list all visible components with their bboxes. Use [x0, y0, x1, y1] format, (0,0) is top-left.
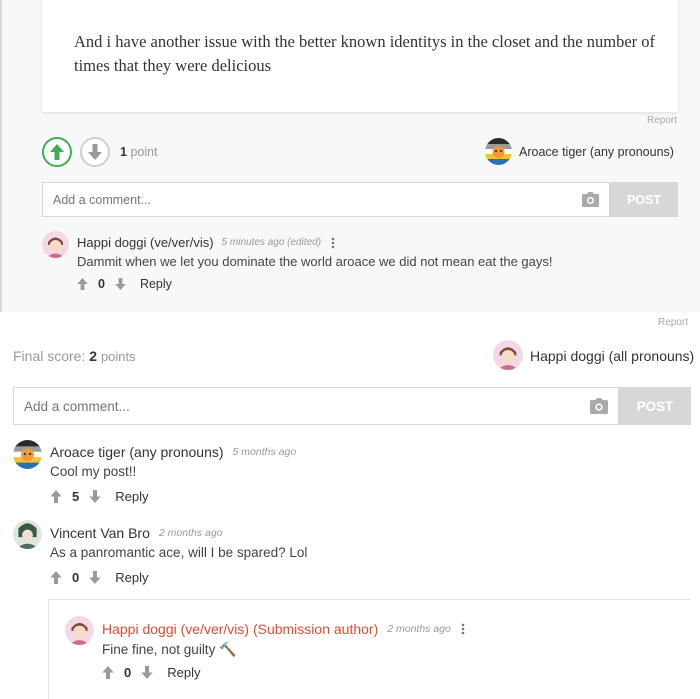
reply-card: Happi doggi (ve/ver/vis) (Submission aut… [48, 599, 691, 699]
upvote-arrow-icon[interactable] [50, 490, 62, 503]
camera-icon[interactable] [582, 192, 599, 207]
comment-text: As a panromantic ace, will I be spared? … [50, 545, 308, 560]
upvote-arrow-icon[interactable] [77, 278, 88, 290]
comment-header: Happi doggi (ve/ver/vis) 5 minutes ago (… [77, 235, 335, 250]
reply-link[interactable]: Reply [115, 570, 148, 585]
avatar [13, 520, 42, 549]
comment-actions: 0 Reply [50, 570, 148, 585]
comment-actions: 5 Reply [50, 489, 148, 504]
avatar [65, 616, 94, 645]
avatar [13, 440, 42, 469]
report-link[interactable]: Report [658, 317, 688, 328]
reply-link[interactable]: Reply [140, 277, 172, 291]
vote-count: 0 [98, 277, 105, 291]
more-vertical-icon[interactable] [331, 237, 335, 249]
comment-box [42, 182, 610, 217]
quote-text: And i have another issue with the better… [74, 32, 656, 75]
comment-author[interactable]: Happi doggi (ve/ver/vis) [77, 235, 214, 250]
camera-icon[interactable] [590, 398, 608, 414]
upvote-arrow-icon[interactable] [102, 666, 114, 679]
points-value: 1 [120, 145, 127, 159]
comment-time: 5 minutes ago (edited) [221, 237, 322, 248]
upvote-button[interactable] [42, 137, 72, 167]
comment-time: 2 months ago [158, 527, 223, 539]
doggi-avatar-icon [493, 340, 523, 370]
comment-actions: 0 Reply [77, 277, 172, 291]
upvote-arrow-icon [50, 144, 64, 160]
downvote-arrow-icon[interactable] [89, 490, 101, 503]
reply-header: Happi doggi (ve/ver/vis) (Submission aut… [102, 621, 465, 637]
points-unit: point [130, 145, 158, 159]
downvote-button[interactable] [80, 137, 110, 167]
reply-link[interactable]: Reply [115, 489, 148, 504]
post-button[interactable]: POST [619, 387, 691, 425]
downvote-arrow-icon[interactable] [141, 666, 153, 679]
post-button[interactable]: POST [610, 182, 678, 217]
comment-header: Aroace tiger (any pronouns) 5 months ago [50, 444, 296, 460]
comment-box [13, 387, 619, 425]
comment-time: 5 months ago [232, 446, 297, 458]
downvote-arrow-icon[interactable] [115, 278, 126, 290]
comment-text: Cool my post!! [50, 464, 137, 479]
final-score-label: Final score: [13, 348, 86, 364]
hammer-icon: 🔨 [219, 641, 237, 657]
reply-time: 2 months ago [387, 623, 451, 635]
reply-text: Fine fine, not guilty [102, 642, 216, 657]
comment-author[interactable]: Vincent Van Bro [50, 525, 150, 541]
reply-author[interactable]: Happi doggi (ve/ver/vis) (Submission aut… [102, 621, 378, 637]
final-score-value: 2 [89, 348, 98, 364]
vincent-avatar-icon [13, 520, 42, 549]
downvote-arrow-icon[interactable] [89, 571, 101, 584]
reply-actions: 0 Reply [102, 665, 200, 680]
comment-text: Dammit when we let you dominate the worl… [77, 254, 553, 269]
upvote-arrow-icon[interactable] [50, 571, 62, 584]
vote-count: 5 [72, 489, 80, 504]
vote-count: 0 [72, 570, 80, 585]
quote-card: And i have another issue with the better… [42, 0, 678, 112]
more-vertical-icon[interactable] [461, 623, 465, 635]
op-name[interactable]: Aroace tiger (any pronouns) [519, 145, 674, 159]
reply-link[interactable]: Reply [167, 665, 200, 680]
op-name[interactable]: Happi doggi (all pronouns) [530, 348, 694, 364]
comment-header: Vincent Van Bro 2 months ago [50, 525, 223, 541]
downvote-arrow-icon [88, 144, 102, 160]
avatar [42, 231, 69, 258]
avatar [493, 340, 523, 370]
avatar [485, 138, 512, 165]
doggi-avatar-icon [65, 616, 94, 645]
comment-author[interactable]: Aroace tiger (any pronouns) [50, 444, 224, 460]
comment-input[interactable] [53, 183, 582, 216]
vote-count: 0 [124, 665, 132, 680]
doggi-avatar-icon [42, 231, 69, 258]
embedded-screenshot: And i have another issue with the better… [0, 0, 700, 312]
comment-input[interactable] [24, 388, 590, 424]
reply-text-row: Fine fine, not guilty 🔨 [102, 641, 237, 658]
final-score-unit: points [100, 349, 136, 364]
points-display: 1 point [120, 145, 158, 159]
tiger-avatar-icon [485, 138, 512, 165]
tiger-avatar-icon [13, 440, 42, 469]
final-score: Final score: 2 points [13, 348, 136, 364]
report-link[interactable]: Report [647, 115, 677, 126]
